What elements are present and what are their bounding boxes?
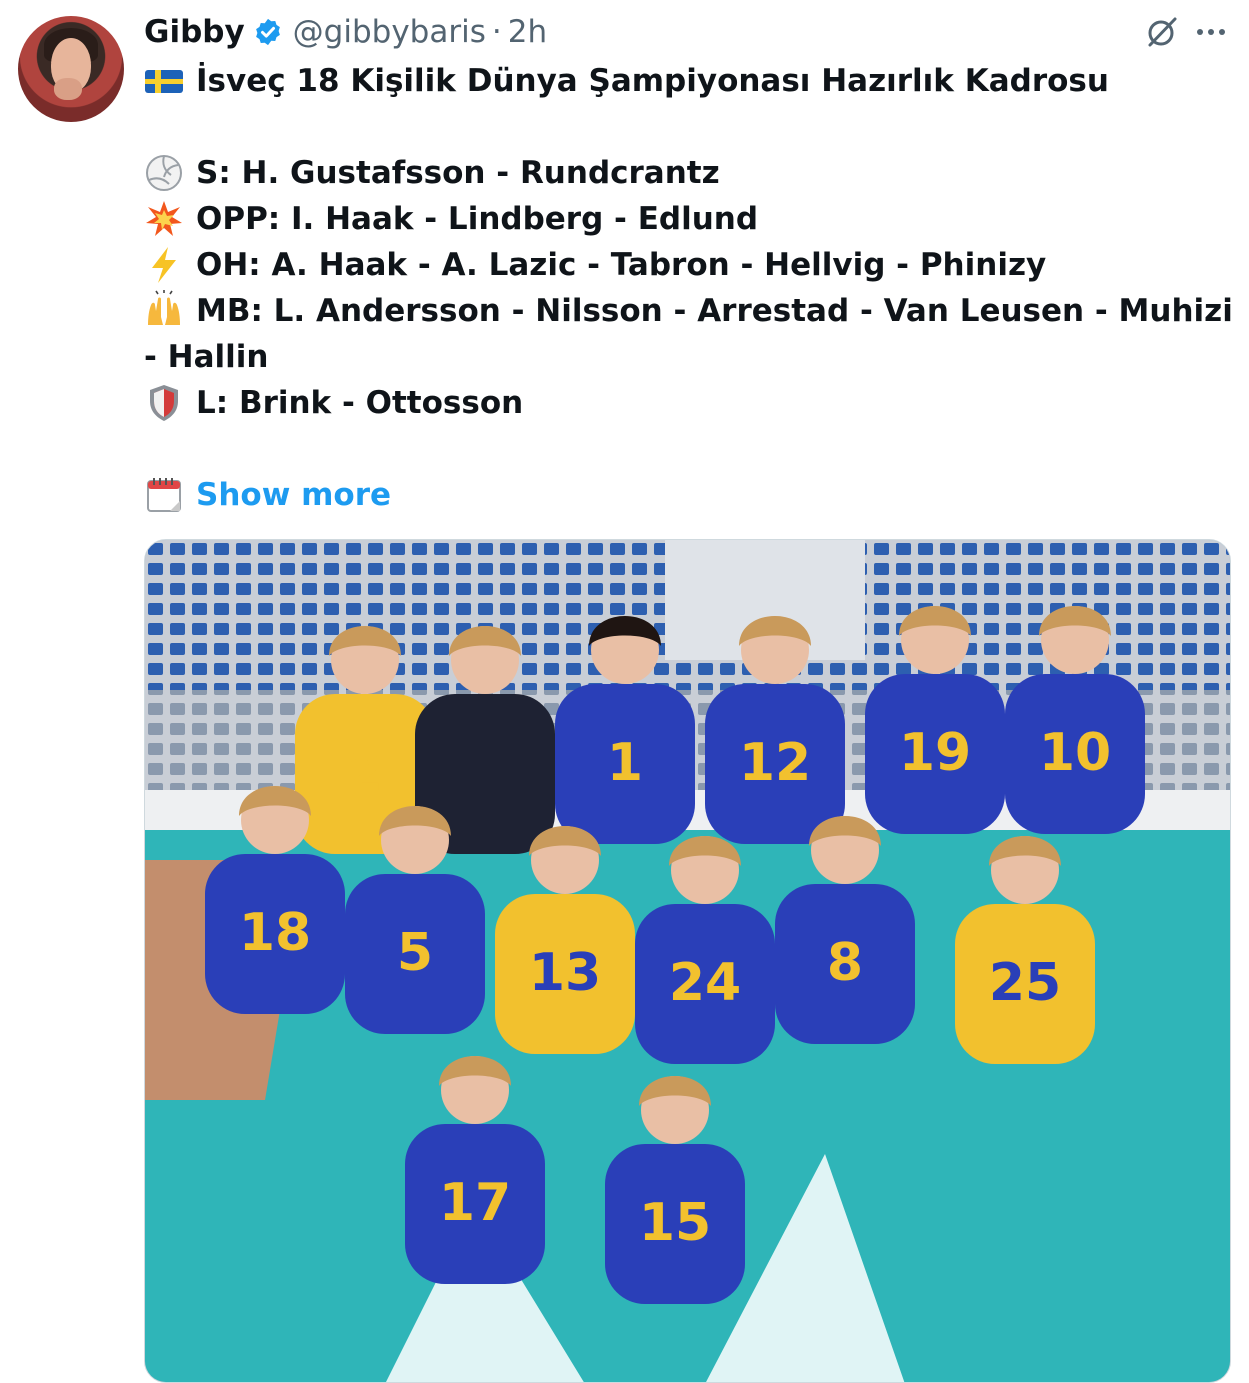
- jersey-number: 5: [397, 923, 433, 983]
- jersey-number: 24: [669, 953, 741, 1013]
- shield-icon: [150, 385, 178, 421]
- opposites-line: OPP: I. Haak - Lindberg - Edlund: [144, 196, 1234, 242]
- jersey-number: 1: [607, 733, 643, 793]
- avatar-hand: [54, 78, 82, 100]
- middle-blockers-line: MB: L. Andersson - Nilsson - Arrestad - …: [144, 288, 1234, 380]
- author-handle[interactable]: @gibbybaris: [293, 14, 486, 50]
- author-avatar[interactable]: [18, 16, 124, 122]
- jersey-number: 17: [439, 1173, 511, 1233]
- tweet-text: İsveç 18 Kişilik Dünya Şampiyonası Hazır…: [144, 58, 1234, 518]
- jersey-number: 18: [239, 903, 311, 963]
- tweet-header: Gibby @gibbybaris · 2h: [144, 10, 547, 54]
- tweet-timestamp[interactable]: 2h: [508, 14, 547, 50]
- calendar-icon: [147, 478, 181, 512]
- jersey-number: 2: [347, 743, 383, 803]
- sweden-flag-icon: [145, 70, 183, 93]
- lightning-icon: [152, 247, 176, 283]
- volleyball-icon: [146, 155, 182, 191]
- jersey-number: 8: [827, 933, 863, 993]
- author-name[interactable]: Gibby: [144, 14, 245, 50]
- outside-hitters-line: OH: A. Haak - A. Lazic - Tabron - Hellvi…: [144, 242, 1234, 288]
- separator-dot: ·: [491, 14, 502, 50]
- grok-icon[interactable]: [1144, 14, 1180, 50]
- show-more-link[interactable]: Show more: [196, 472, 391, 518]
- opposites-text: OPP: I. Haak - Lindberg - Edlund: [196, 201, 759, 237]
- tweet-photo[interactable]: 2 1 12 19 10 18 5 13 24 8 25 17 15: [144, 539, 1231, 1383]
- liberos-text: L: Brink - Ottosson: [196, 385, 524, 421]
- jersey-number: 15: [639, 1193, 711, 1253]
- jersey-number: 19: [899, 723, 971, 783]
- collision-icon: [146, 201, 182, 236]
- liberos-line: L: Brink - Ottosson: [144, 380, 1234, 426]
- more-options-icon[interactable]: [1196, 28, 1226, 36]
- raised-hands-icon: [148, 290, 180, 325]
- team-photo-illustration: 2 1 12 19 10 18 5 13 24 8 25 17 15: [145, 540, 1230, 1382]
- show-more-line: Show more: [144, 472, 1234, 518]
- setters-line: S: H. Gustafsson - Rundcrantz: [144, 150, 1234, 196]
- outside-hitters-text: OH: A. Haak - A. Lazic - Tabron - Hellvi…: [196, 247, 1047, 283]
- tweet-title: İsveç 18 Kişilik Dünya Şampiyonası Hazır…: [196, 63, 1109, 99]
- jersey-number: 12: [739, 733, 811, 793]
- jersey-number: 25: [989, 953, 1061, 1013]
- setters-text: S: H. Gustafsson - Rundcrantz: [196, 155, 720, 191]
- jersey-number: 13: [529, 943, 601, 1003]
- jersey-number: 10: [1039, 723, 1111, 783]
- middle-blockers-text: MB: L. Andersson - Nilsson - Arrestad - …: [144, 293, 1233, 375]
- verified-badge-icon: [255, 18, 280, 46]
- title-line: İsveç 18 Kişilik Dünya Şampiyonası Hazır…: [144, 58, 1234, 104]
